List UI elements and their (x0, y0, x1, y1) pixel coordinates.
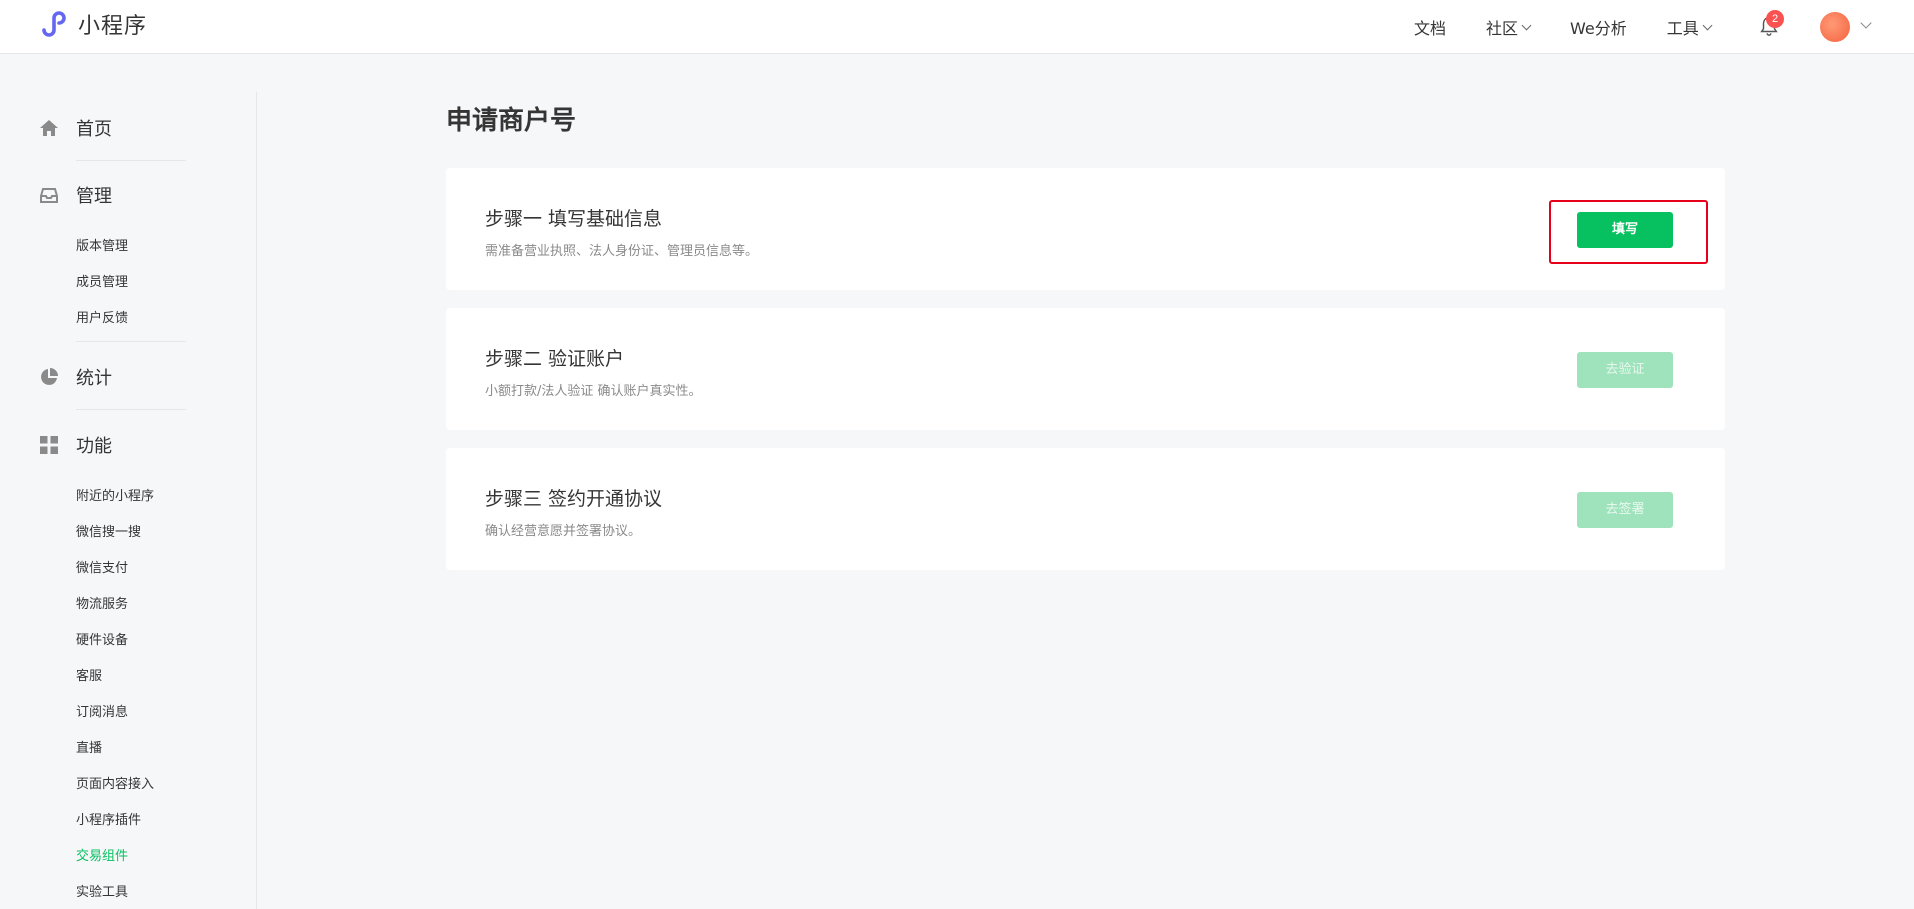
top-bar: 小程序 文档 社区 We分析 工具 2 (0, 0, 1914, 54)
chevron-down-icon (1702, 20, 1713, 30)
grid-icon (38, 434, 60, 456)
sidebar-item-features[interactable]: 功能 (38, 432, 112, 458)
step-title: 步骤一 填写基础信息 (485, 208, 663, 230)
step-card-2: 步骤二 验证账户 小额打款/法人验证 确认账户真实性。 去验证 (446, 308, 1725, 430)
step-title: 步骤二 验证账户 (485, 348, 625, 370)
step-card-1: 步骤一 填写基础信息 需准备营业执照、法人身份证、管理员信息等。 填写 (446, 168, 1725, 290)
sidebar-item-label: 管理 (76, 186, 112, 207)
sidebar-item-live[interactable]: 直播 (76, 737, 102, 756)
nav-tools[interactable]: 工具 (1666, 15, 1713, 39)
app-name: 小程序 (78, 14, 148, 39)
nav-analytics[interactable]: We分析 (1570, 15, 1627, 39)
sidebar-item-nearby[interactable]: 附近的小程序 (76, 485, 154, 504)
sidebar-item-label: 功能 (76, 436, 112, 457)
step-card-3: 步骤三 签约开通协议 确认经营意愿并签署协议。 去签署 (446, 448, 1725, 570)
chevron-down-icon (1521, 20, 1532, 30)
sidebar-item-lab[interactable]: 实验工具 (76, 881, 128, 900)
mini-program-logo-icon (42, 11, 66, 37)
chevron-down-icon[interactable] (1860, 17, 1872, 29)
sidebar-item-hardware[interactable]: 硬件设备 (76, 629, 128, 648)
step-title: 步骤三 签约开通协议 (485, 488, 663, 510)
fill-button[interactable]: 填写 (1577, 212, 1673, 248)
sidebar-item-subscribe[interactable]: 订阅消息 (76, 701, 128, 720)
nav-tools-label: 工具 (1666, 19, 1699, 38)
sidebar-item-label: 统计 (76, 368, 112, 389)
nav-docs[interactable]: 文档 (1414, 15, 1446, 39)
sidebar-item-feedback[interactable]: 用户反馈 (76, 307, 128, 326)
sidebar-item-service[interactable]: 客服 (76, 665, 102, 684)
step-desc: 确认经营意愿并签署协议。 (485, 524, 642, 539)
sidebar-divider (76, 160, 186, 161)
sidebar-item-versions[interactable]: 版本管理 (76, 235, 128, 254)
nav-community-label: 社区 (1486, 19, 1519, 38)
sidebar-item-logistics[interactable]: 物流服务 (76, 593, 128, 612)
step-desc: 小额打款/法人验证 确认账户真实性。 (485, 384, 702, 399)
page-title: 申请商户号 (446, 106, 577, 136)
top-nav: 文档 社区 We分析 工具 (1374, 0, 1713, 54)
sidebar-item-label: 首页 (76, 119, 112, 140)
notification-badge: 2 (1766, 10, 1784, 28)
sidebar-divider (256, 92, 257, 909)
sidebar-item-search[interactable]: 微信搜一搜 (76, 521, 141, 540)
sidebar-item-plugin[interactable]: 小程序插件 (76, 809, 141, 828)
sidebar-item-trade[interactable]: 交易组件 (76, 845, 128, 864)
nav-community[interactable]: 社区 (1486, 15, 1532, 39)
step-desc: 需准备营业执照、法人身份证、管理员信息等。 (485, 244, 759, 259)
sidebar-divider (76, 409, 186, 410)
sidebar-item-pay[interactable]: 微信支付 (76, 557, 128, 576)
inbox-icon (38, 184, 60, 206)
home-icon (38, 117, 60, 139)
pie-chart-icon (38, 366, 60, 388)
sign-button: 去签署 (1577, 492, 1673, 528)
verify-button: 去验证 (1577, 352, 1673, 388)
sidebar-item-home[interactable]: 首页 (38, 115, 112, 141)
avatar[interactable] (1820, 12, 1850, 42)
sidebar-item-members[interactable]: 成员管理 (76, 271, 128, 290)
sidebar-item-stats[interactable]: 统计 (38, 364, 112, 390)
app-logo[interactable]: 小程序 (38, 8, 147, 40)
sidebar-divider (76, 341, 186, 342)
sidebar-item-content[interactable]: 页面内容接入 (76, 773, 154, 792)
sidebar-item-manage[interactable]: 管理 (38, 182, 112, 208)
